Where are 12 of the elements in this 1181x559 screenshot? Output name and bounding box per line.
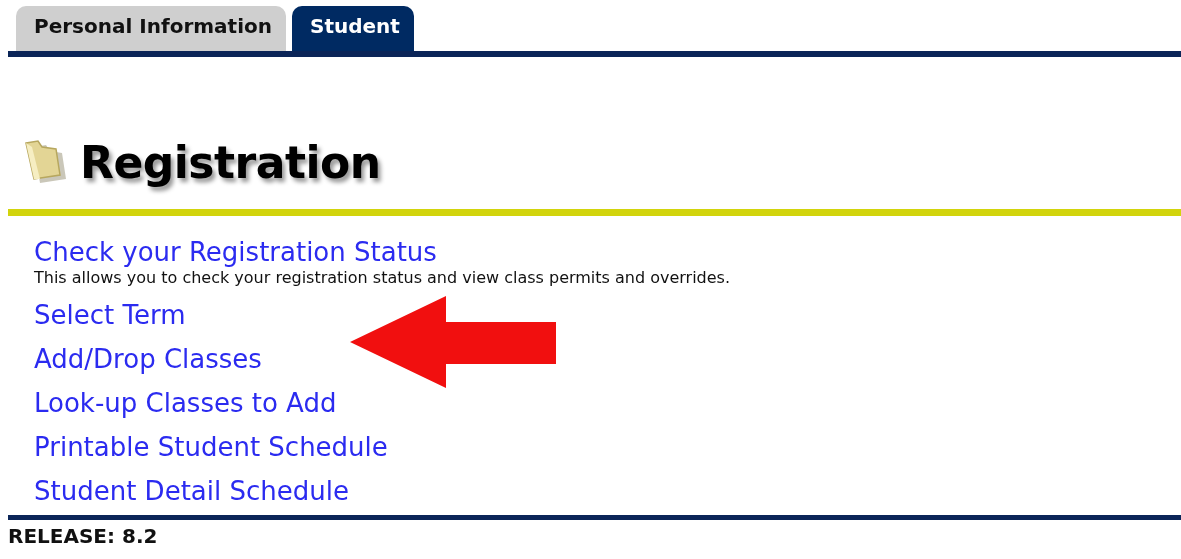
page-title: Registration	[80, 136, 381, 188]
menu-link[interactable]: Select Term	[34, 293, 186, 337]
release-label: RELEASE: 8.2	[8, 523, 159, 548]
tab[interactable]: Personal Information	[16, 6, 286, 51]
menu-link[interactable]: Printable Student Schedule	[34, 425, 388, 469]
menu-link[interactable]: Check your Registration Status	[34, 236, 437, 268]
arrow-icon	[350, 296, 556, 388]
link-description: This allows you to check your registration status and view class permits and overrides.	[34, 268, 731, 287]
menu-link[interactable]: Add/Drop Classes	[34, 337, 262, 381]
menu-link[interactable]: Look-up Classes to Add	[34, 381, 337, 425]
menu-link[interactable]: Student Detail Schedule	[34, 469, 349, 513]
tab[interactable]: Student	[292, 6, 414, 51]
